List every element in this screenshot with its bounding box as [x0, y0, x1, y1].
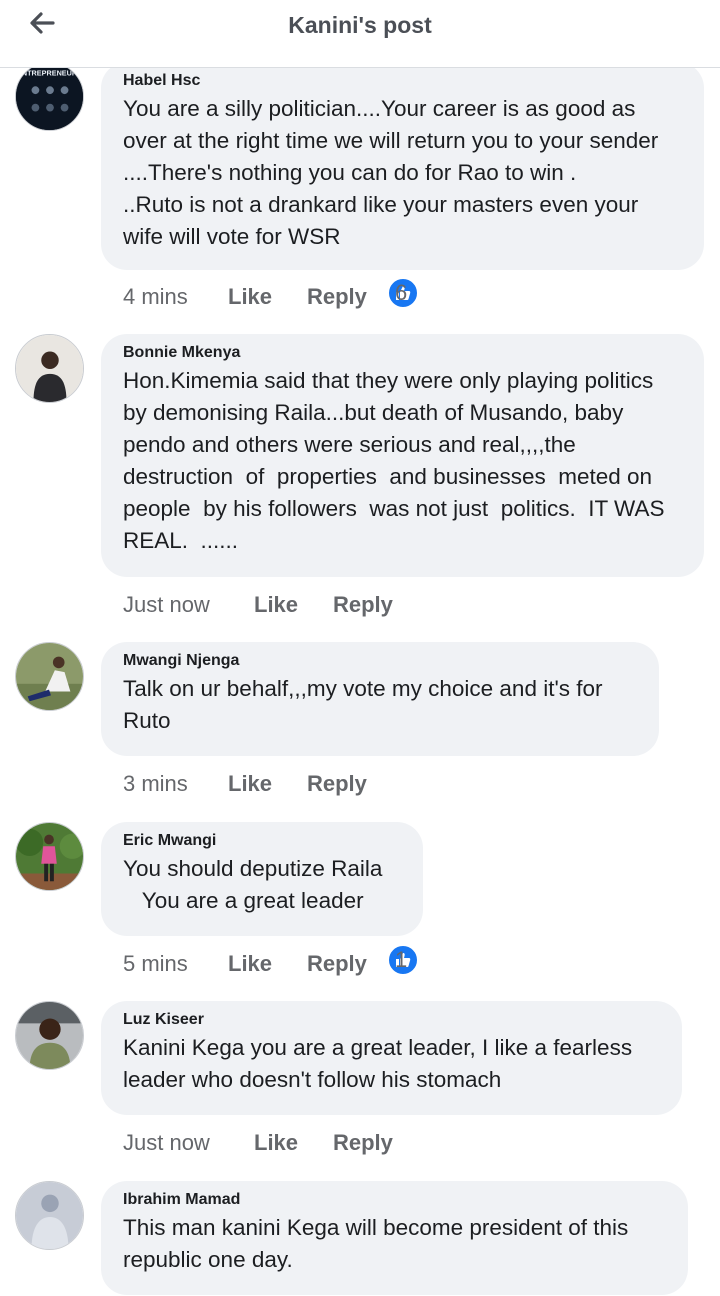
top-bar: Kanini's post [0, 0, 720, 68]
comment-bubble[interactable]: Bonnie Mkenya Hon.Kimemia said that they… [101, 334, 704, 577]
like-button[interactable]: Like [228, 281, 272, 313]
like-button[interactable]: Like [228, 948, 272, 980]
comment-timestamp: 3 mins [123, 771, 188, 796]
comment-timestamp: Just now [123, 1130, 210, 1155]
comment-text: Talk on ur behalf,,,my vote my choice an… [123, 676, 609, 733]
comment-timestamp: 4 mins [123, 284, 188, 309]
comment-author[interactable]: Mwangi Njenga [123, 651, 637, 671]
avatar[interactable] [15, 822, 84, 891]
reply-button[interactable]: Reply [307, 768, 367, 800]
comment-bubble[interactable]: Eric Mwangi You should deputize Raila Yo… [101, 822, 423, 936]
reply-button[interactable]: Reply [307, 948, 367, 980]
comment-timestamp: 5 mins [123, 951, 188, 976]
avatar[interactable]: ENTREPRENEURS [15, 62, 84, 131]
comment-author[interactable]: Bonnie Mkenya [123, 343, 682, 363]
reply-button[interactable]: Reply [333, 1127, 393, 1159]
comment-bubble[interactable]: Habel Hsc You are a silly politician....… [101, 62, 704, 270]
avatar-logo-text: ENTREPRENEURS [17, 69, 82, 78]
comment-author[interactable]: Ibrahim Mamad [123, 1190, 666, 1210]
comment-bubble[interactable]: Luz Kiseer Kanini Kega you are a great l… [101, 1001, 682, 1115]
like-button[interactable]: Like [254, 589, 298, 621]
comment-actions: Just now Like Reply [123, 1127, 443, 1159]
comment-text: Hon.Kimemia said that they were only pla… [123, 368, 671, 553]
comment-actions: 5 mins Like Reply 1 [123, 944, 483, 980]
reply-button[interactable]: Reply [333, 589, 393, 621]
comment-actions: 3 mins Like Reply [123, 768, 423, 800]
comment-text: Kanini Kega you are a great leader, I li… [123, 1035, 639, 1092]
like-button[interactable]: Like [254, 1127, 298, 1159]
comment-bubble[interactable]: Ibrahim Mamad This man kanini Kega will … [101, 1181, 688, 1295]
avatar[interactable] [15, 1181, 84, 1250]
page-title: Kanini's post [288, 12, 432, 38]
reaction-summary[interactable]: 1 [387, 944, 419, 976]
comment-text: You are a silly politician....Your caree… [123, 96, 659, 249]
reaction-count: 1 [395, 947, 408, 972]
reaction-count: 6 [395, 280, 408, 305]
comment-text: This man kanini Kega will become preside… [123, 1215, 635, 1272]
reaction-summary[interactable]: 6 [387, 277, 419, 309]
comment-text: You should deputize Raila You are a grea… [123, 856, 383, 913]
comment-bubble[interactable]: Mwangi Njenga Talk on ur behalf,,,my vot… [101, 642, 659, 756]
reply-button[interactable]: Reply [307, 281, 367, 313]
avatar[interactable] [15, 1001, 84, 1070]
comment-actions: 4 mins Like Reply 6 [123, 277, 483, 313]
comment-author[interactable]: Eric Mwangi [123, 831, 401, 851]
avatar[interactable] [15, 642, 84, 711]
like-button[interactable]: Like [228, 768, 272, 800]
avatar[interactable] [15, 334, 84, 403]
comment-author[interactable]: Habel Hsc [123, 71, 682, 91]
comment-timestamp: Just now [123, 592, 210, 617]
comment-actions: Just now Like Reply [123, 589, 443, 621]
comment-author[interactable]: Luz Kiseer [123, 1010, 660, 1030]
